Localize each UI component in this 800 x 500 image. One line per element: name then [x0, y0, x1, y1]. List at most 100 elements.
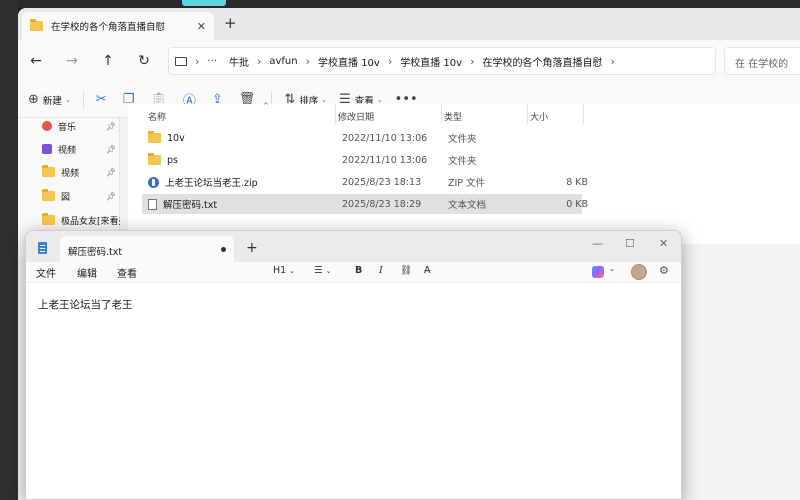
- gear-icon[interactable]: ⚙: [659, 264, 669, 277]
- notepad-icon: [38, 242, 47, 254]
- heading-dropdown[interactable]: H1 ⌄: [273, 265, 295, 276]
- new-button[interactable]: ⊕ 新建 ⌄: [28, 92, 71, 107]
- folder-icon: [148, 153, 161, 165]
- file-type: ZIP 文件: [448, 178, 486, 189]
- breadcrumb-item[interactable]: 牛批: [229, 54, 249, 69]
- explorer-tab-title: 在学校的各个角落直播自慰: [51, 22, 166, 33]
- sidebar-item-pictures[interactable]: 図 📌︎: [42, 188, 120, 204]
- back-button[interactable]: ←: [18, 53, 54, 69]
- column-header-label: 类型: [444, 113, 463, 123]
- link-button[interactable]: ⛓︎: [400, 265, 412, 276]
- sidebar-item-label: 视频: [61, 168, 80, 179]
- new-tab-button[interactable]: +: [224, 14, 237, 32]
- address-bar-row: ← → ↑ ↻ › ··· 牛批 › avfun › 学校直播 10v › 学校…: [18, 40, 800, 82]
- sidebar-item-video-folder[interactable]: 视频 📌︎: [42, 164, 120, 180]
- clear-format-button[interactable]: A̶: [424, 265, 431, 276]
- explorer-tab-bar: 在学校的各个角落直播自慰 ✕ +: [18, 8, 800, 40]
- menu-edit[interactable]: 编辑: [77, 265, 97, 280]
- desktop-highlight: [182, 0, 226, 6]
- file-size: 0 KB: [566, 198, 588, 210]
- table-row[interactable]: 10v 2022/11/10 13:06 文件夹: [142, 128, 582, 148]
- breadcrumb[interactable]: › ··· 牛批 › avfun › 学校直播 10v › 学校直播 10v ›…: [168, 47, 716, 75]
- editor-content[interactable]: 上老王论坛当了老王: [38, 297, 133, 312]
- close-button[interactable]: ✕: [659, 237, 668, 250]
- column-header-type[interactable]: 类型: [444, 104, 528, 124]
- chevron-right-icon: ›: [195, 54, 200, 68]
- new-tab-button[interactable]: +: [246, 240, 258, 256]
- text-file-icon: [148, 198, 157, 210]
- music-icon: [42, 121, 52, 131]
- close-icon[interactable]: ✕: [197, 20, 206, 33]
- sidebar-item-folder[interactable]: 极品女友[来看美: [42, 212, 120, 228]
- list-icon: ☰: [314, 265, 323, 276]
- breadcrumb-item[interactable]: 学校直播 10v: [400, 54, 462, 69]
- chevron-down-icon[interactable]: ⌄: [609, 265, 615, 273]
- notepad-title-bar[interactable]: 解压密码.txt + — ☐ ✕: [26, 231, 681, 262]
- file-name: 解压密码.txt: [163, 200, 218, 211]
- breadcrumb-more[interactable]: ···: [207, 56, 217, 67]
- cut-button[interactable]: ✂: [96, 92, 111, 107]
- pin-icon: 📌︎: [105, 191, 116, 201]
- list-dropdown[interactable]: ☰ ⌄: [314, 265, 331, 276]
- refresh-button[interactable]: ↻: [126, 53, 162, 69]
- chevron-down-icon: ⌄: [325, 267, 332, 275]
- italic-button[interactable]: I: [379, 265, 383, 276]
- file-size: 8 KB: [566, 176, 588, 188]
- chevron-right-icon: ›: [610, 54, 615, 68]
- notepad-window: 解压密码.txt + — ☐ ✕ 文件 编辑 查看 H1 ⌄ ☰ ⌄ B I ⛓…: [25, 230, 682, 500]
- sort-ascending-icon: ^: [263, 102, 269, 110]
- clear-format-icon: A̶: [424, 265, 431, 276]
- pin-icon: 📌︎: [105, 121, 116, 131]
- column-header-size[interactable]: 大小: [530, 104, 584, 124]
- column-header-modified[interactable]: 修改日期: [338, 104, 442, 124]
- file-modified: 2025/8/23 18:29: [342, 198, 422, 210]
- heading-label: H1: [273, 265, 287, 276]
- forward-button[interactable]: →: [54, 53, 90, 69]
- file-name: ps: [167, 154, 178, 166]
- file-type: 文本文档: [448, 200, 487, 211]
- notepad-menu-bar: 文件 编辑 查看 H1 ⌄ ☰ ⌄ B I ⛓︎ A̶ ⌄ ⚙: [26, 262, 681, 282]
- desktop-top-bar: [0, 0, 800, 8]
- sidebar-item-label: 音乐: [58, 122, 77, 133]
- video-icon: [42, 144, 52, 154]
- file-type: 文件夹: [448, 134, 477, 145]
- explorer-tab[interactable]: 在学校的各个角落直播自慰 ✕: [22, 12, 214, 40]
- avatar[interactable]: [631, 264, 647, 280]
- up-button[interactable]: ↑: [90, 53, 126, 69]
- search-input[interactable]: 在 在学校的: [724, 47, 800, 75]
- column-header-label: 修改日期: [338, 113, 375, 123]
- table-row[interactable]: 上老王论坛当老王.zip 2025/8/23 18:13 ZIP 文件 8 KB: [142, 172, 588, 192]
- column-header-label: 大小: [530, 113, 549, 123]
- maximize-button[interactable]: ☐: [625, 237, 635, 250]
- file-name: 上老王论坛当老王.zip: [165, 178, 258, 189]
- menu-view[interactable]: 查看: [117, 265, 137, 280]
- column-header-name[interactable]: ^ 名称: [148, 102, 336, 124]
- chevron-down-icon: ⌄: [376, 95, 383, 104]
- menu-file[interactable]: 文件: [36, 265, 56, 280]
- breadcrumb-item[interactable]: 在学校的各个角落直播自慰: [482, 54, 602, 69]
- chevron-right-icon: ›: [256, 54, 262, 68]
- chevron-right-icon: ›: [305, 54, 311, 68]
- sidebar-item-music[interactable]: 音乐 📌︎: [42, 118, 120, 134]
- file-list: ^ 名称 修改日期 类型 大小 10v 2022/11/10 13:06 文件夹…: [128, 102, 800, 244]
- minimize-button[interactable]: —: [592, 237, 603, 250]
- sidebar-item-label: 极品女友[来看美: [61, 216, 120, 227]
- sidebar-item-label: 视频: [58, 145, 77, 156]
- table-row[interactable]: ps 2022/11/10 13:06 文件夹: [142, 150, 582, 170]
- unsaved-dot-icon[interactable]: [221, 247, 226, 252]
- chevron-right-icon: ›: [470, 54, 475, 68]
- breadcrumb-item[interactable]: 学校直播 10v: [318, 54, 380, 69]
- bold-button[interactable]: B: [355, 265, 362, 276]
- sidebar-item-videos[interactable]: 视频 📌︎: [42, 141, 120, 157]
- notepad-tab[interactable]: 解压密码.txt: [60, 236, 234, 262]
- folder-icon: [42, 213, 55, 225]
- table-row-selected[interactable]: 解压密码.txt 2025/8/23 18:29 文本文档 0 KB: [142, 194, 588, 214]
- copilot-icon[interactable]: [592, 266, 604, 278]
- notepad-editor[interactable]: 上老王论坛当了老王: [26, 282, 681, 499]
- breadcrumb-item[interactable]: avfun: [269, 56, 297, 67]
- folder-icon: [148, 131, 161, 143]
- folder-icon: [42, 189, 55, 201]
- folder-icon: [42, 165, 55, 177]
- file-modified: 2022/11/10 13:06: [342, 132, 428, 144]
- file-modified: 2025/8/23 18:13: [342, 176, 422, 188]
